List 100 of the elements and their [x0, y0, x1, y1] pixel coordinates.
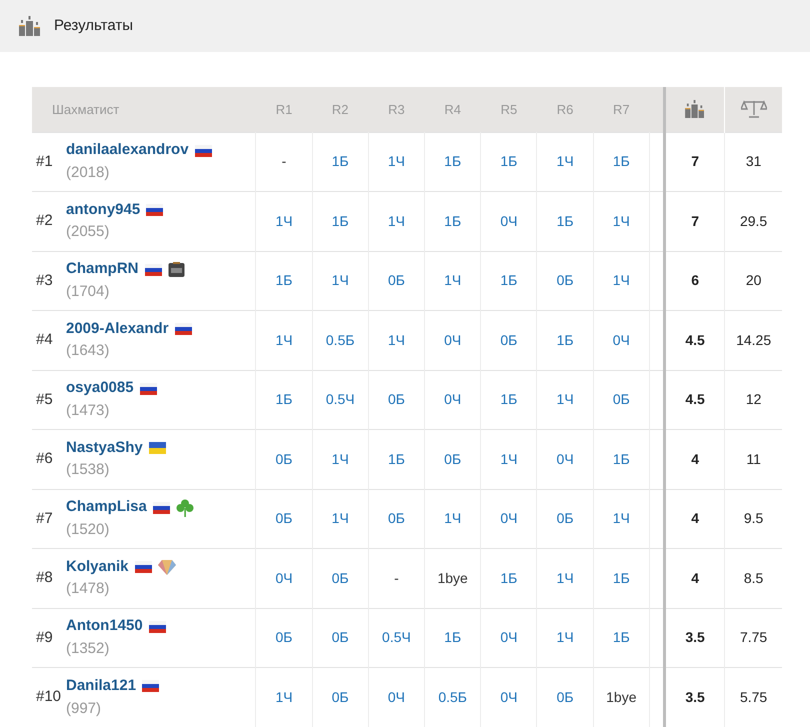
game-result-link[interactable]: 0Б: [500, 332, 518, 348]
game-result-link[interactable]: 0Б: [276, 450, 292, 467]
game-result-link[interactable]: 0Ч: [612, 332, 630, 348]
game-result-link[interactable]: 1Б: [500, 570, 518, 586]
game-result-link[interactable]: 1Б: [612, 450, 630, 467]
game-result-link[interactable]: 1Ч: [275, 212, 293, 229]
game-result-link[interactable]: 1Ч: [332, 510, 349, 526]
game-result-link[interactable]: 0Б: [556, 272, 574, 288]
game-result-link[interactable]: 0Б: [332, 629, 349, 646]
game-result-link[interactable]: 1Ч: [556, 570, 574, 586]
game-result-link[interactable]: 1Ч: [612, 272, 630, 288]
flag-icon: [148, 442, 166, 454]
game-result-link[interactable]: 1Ч: [332, 450, 349, 467]
points: 4.5: [685, 332, 705, 348]
result-text: 1bye: [606, 689, 636, 705]
points: 4: [691, 450, 699, 467]
column-header: Шахматист: [52, 102, 120, 116]
game-result-link[interactable]: 1Б: [556, 332, 574, 348]
player-link[interactable]: NastyaShy: [66, 436, 143, 460]
game-result-link[interactable]: 0.5Ч: [382, 629, 411, 646]
game-result-link[interactable]: 1Б: [556, 212, 574, 229]
game-result-link[interactable]: 1Ч: [332, 272, 349, 288]
game-result-link[interactable]: 1Ч: [275, 689, 293, 705]
points: 7: [691, 212, 699, 229]
points: 6: [691, 272, 699, 288]
game-result-link[interactable]: 1Б: [612, 629, 630, 646]
game-result-link[interactable]: 0Ч: [556, 450, 574, 467]
tiebreak: 31: [746, 153, 762, 170]
game-result-link[interactable]: 1Б: [276, 272, 292, 288]
game-result-link[interactable]: 0Б: [276, 629, 292, 646]
game-result-link[interactable]: 0Ч: [444, 391, 462, 408]
game-result-link[interactable]: 1Ч: [556, 629, 574, 646]
game-result-link[interactable]: 1Б: [444, 153, 462, 170]
game-result-link[interactable]: 0Б: [444, 450, 462, 467]
game-result-link[interactable]: 0Б: [556, 510, 574, 526]
points: 3.5: [685, 629, 705, 646]
result-text: -: [394, 570, 399, 586]
game-result-link[interactable]: 0Ч: [275, 570, 293, 586]
game-result-link[interactable]: 0Б: [332, 570, 349, 586]
game-result-link[interactable]: 0Б: [556, 689, 574, 705]
game-result-link[interactable]: 0Б: [612, 391, 630, 408]
game-result-link[interactable]: 0Б: [388, 510, 405, 526]
player-link[interactable]: Kolyanik: [66, 556, 129, 578]
rank: #9: [35, 628, 54, 648]
game-result-link[interactable]: 0Б: [388, 272, 405, 288]
result-text: 1bye: [437, 570, 468, 586]
game-result-link[interactable]: 1Ч: [444, 272, 462, 288]
game-result-link[interactable]: 1Б: [500, 391, 518, 408]
game-result-link[interactable]: 0Б: [332, 689, 349, 705]
rank: #3: [35, 270, 54, 290]
game-result-link[interactable]: 1Ч: [388, 332, 405, 348]
game-result-link[interactable]: 0Ч: [388, 689, 405, 705]
game-result-link[interactable]: 0Ч: [500, 689, 518, 705]
flag-icon: [194, 144, 212, 156]
player-link[interactable]: Danila121: [66, 675, 136, 698]
player-link[interactable]: Anton1450: [66, 615, 143, 638]
clover-icon: [176, 498, 194, 516]
tiebreak: 7.75: [740, 629, 768, 646]
game-result-link[interactable]: 0Ч: [444, 332, 462, 348]
tiebreak: 9.5: [744, 510, 764, 526]
game-result-link[interactable]: 0Б: [388, 391, 405, 408]
flag-icon: [144, 264, 162, 276]
game-result-link[interactable]: 1Б: [444, 629, 462, 646]
game-result-link[interactable]: 1Б: [444, 212, 462, 229]
game-result-link[interactable]: 1Б: [332, 153, 349, 170]
game-result-link[interactable]: 1Ч: [500, 450, 518, 467]
game-result-link[interactable]: 1Б: [276, 391, 292, 408]
game-result-link[interactable]: 1Ч: [556, 153, 574, 170]
player-link[interactable]: 2009-Alexandr: [66, 318, 169, 340]
game-result-link[interactable]: 0Ч: [500, 629, 518, 646]
game-result-link[interactable]: 1Б: [500, 153, 518, 170]
game-result-link[interactable]: 1Ч: [612, 510, 630, 526]
player-link[interactable]: ChampLisa: [66, 496, 147, 519]
game-result-link[interactable]: 1Ч: [556, 391, 574, 408]
game-result-link[interactable]: 0.5Б: [438, 689, 467, 705]
game-result-link[interactable]: 1Ч: [388, 212, 405, 229]
game-result-link[interactable]: 0.5Ч: [326, 391, 355, 408]
game-result-link[interactable]: 1Б: [500, 272, 518, 288]
game-result-link[interactable]: 1Ч: [275, 332, 293, 348]
player-link[interactable]: antony945: [66, 198, 140, 222]
tiebreak: 29.5: [740, 212, 768, 229]
game-result-link[interactable]: 1Б: [388, 450, 405, 467]
game-result-link[interactable]: 1Ч: [388, 153, 405, 170]
game-result-link[interactable]: 0Ч: [500, 510, 518, 526]
game-result-link[interactable]: 1Б: [332, 212, 349, 229]
player-link[interactable]: osya0085: [66, 377, 134, 400]
game-result-link[interactable]: 0Ч: [500, 212, 518, 229]
rank: #10: [35, 687, 62, 708]
player-link[interactable]: danilaalexandrov: [66, 139, 189, 162]
game-result-link[interactable]: 1Ч: [444, 510, 462, 526]
game-result-link[interactable]: 0Б: [276, 510, 292, 526]
game-result-link[interactable]: 1Ч: [612, 212, 630, 229]
player-rating: (2018): [66, 162, 110, 183]
rank: #8: [35, 568, 54, 588]
points: 4.5: [685, 391, 705, 408]
player-link[interactable]: ChampRN: [66, 258, 139, 281]
column-header: R1: [276, 102, 292, 116]
game-result-link[interactable]: 0.5Б: [326, 332, 355, 348]
game-result-link[interactable]: 1Б: [612, 153, 630, 170]
game-result-link[interactable]: 1Б: [612, 570, 630, 586]
